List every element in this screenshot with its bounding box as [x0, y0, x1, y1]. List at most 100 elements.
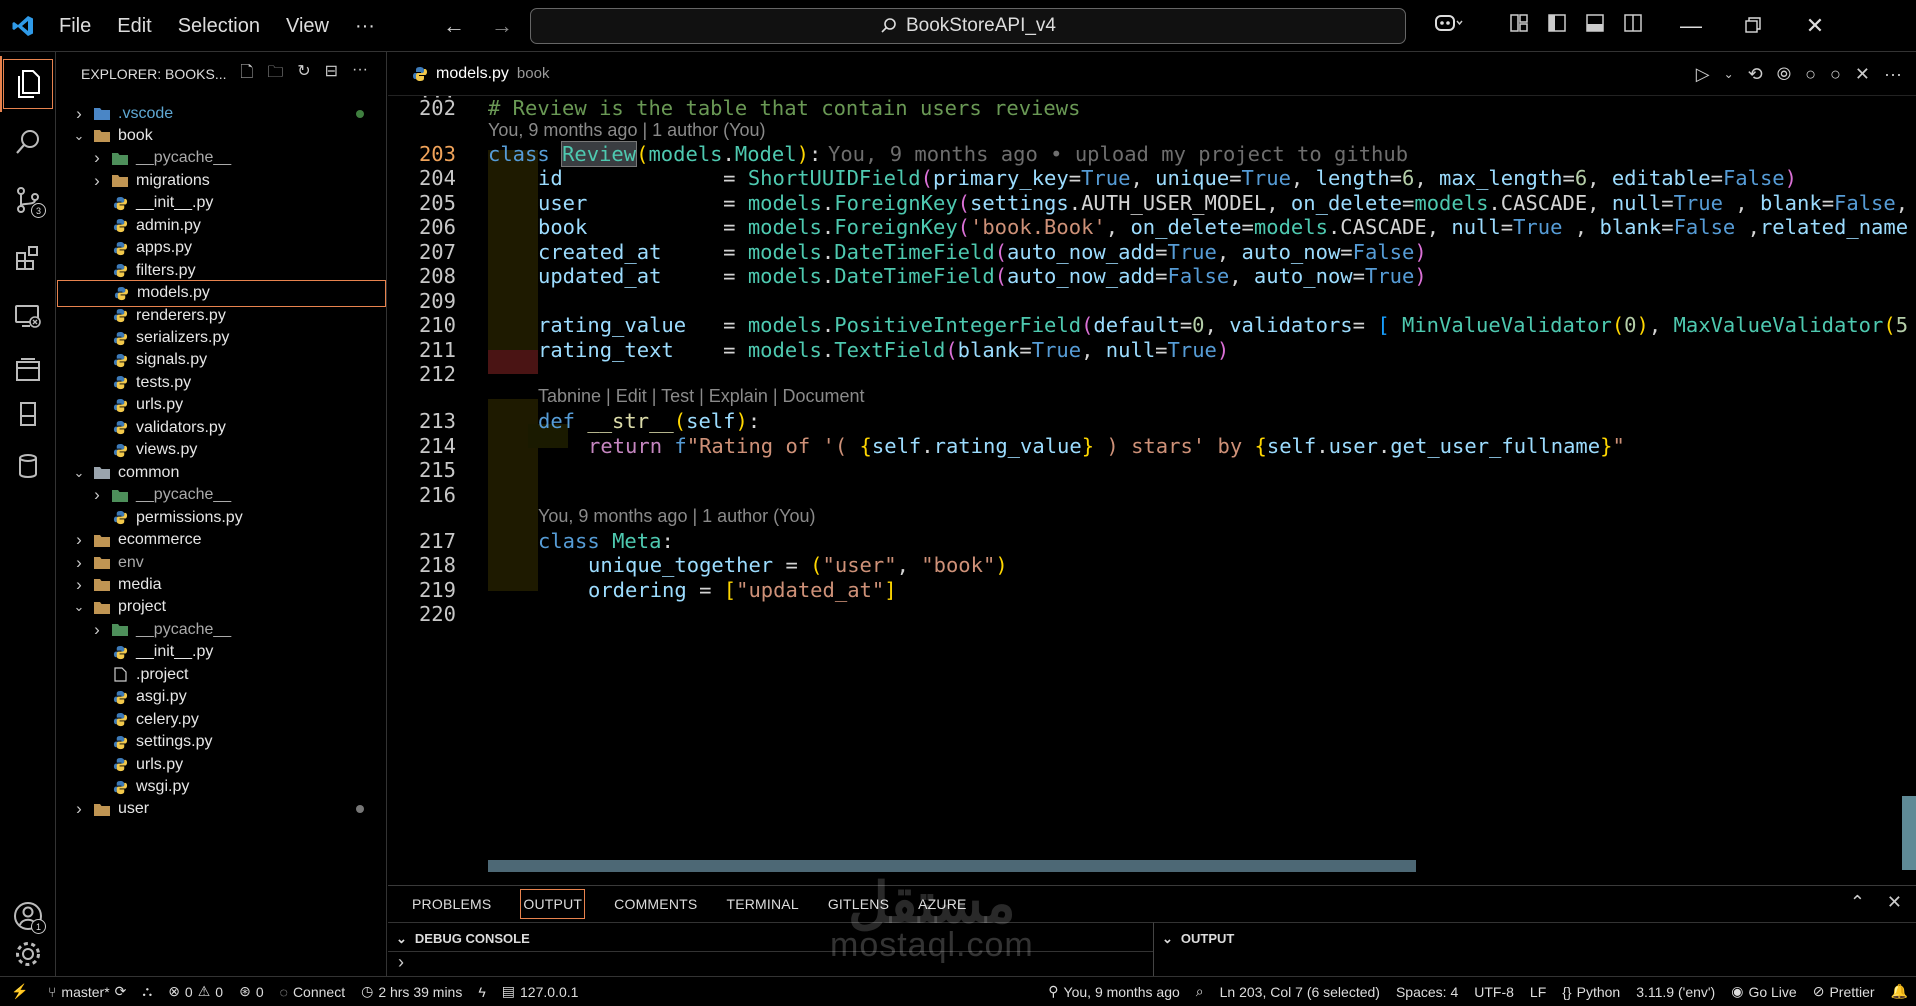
- extensions-icon[interactable]: [0, 230, 56, 286]
- connect-status[interactable]: ◌ Connect: [272, 977, 353, 1006]
- chevron-right-icon: ›: [76, 103, 82, 123]
- ports-status[interactable]: ⊛ 0: [231, 977, 272, 1006]
- tree-item-label: media: [118, 575, 162, 593]
- database-icon[interactable]: [0, 438, 56, 494]
- close-panel-icon[interactable]: ✕: [1887, 892, 1902, 913]
- menu-edit[interactable]: Edit: [104, 0, 164, 52]
- folder-icon: [111, 487, 129, 503]
- python-file-icon: [111, 195, 129, 211]
- tree-item-label: urls.py: [136, 755, 184, 773]
- minimize-button[interactable]: —: [1660, 13, 1722, 39]
- eol-status[interactable]: LF: [1522, 977, 1554, 1006]
- collapse-all-icon[interactable]: ⊟: [325, 61, 338, 88]
- toggle-primary-sidebar-icon[interactable]: [1538, 14, 1576, 38]
- vertical-scrollbar[interactable]: [1902, 796, 1916, 870]
- panel-tab-terminal[interactable]: TERMINAL: [726, 896, 798, 912]
- source-control-icon[interactable]: 3: [0, 172, 56, 228]
- new-file-icon[interactable]: 🗋: [240, 61, 253, 88]
- compare-changes-icon[interactable]: ⦾: [1777, 64, 1791, 85]
- blame-status[interactable]: ⚲ You, 9 months ago: [1040, 977, 1188, 1006]
- previous-change-icon[interactable]: ○: [1805, 64, 1816, 85]
- file-tree: › .vscode ⌄ book › __pycache__ › migrations __in…: [57, 96, 386, 976]
- tree-item-label: __pycache__: [136, 486, 232, 504]
- restore-button[interactable]: [1722, 13, 1784, 39]
- close-window-button[interactable]: ✕: [1784, 13, 1846, 39]
- python-file-icon: [111, 779, 129, 795]
- tree-item-label: user: [118, 800, 150, 818]
- codelens-blame[interactable]: You, 9 months ago | 1 author (You): [488, 120, 766, 141]
- close-editor-icon[interactable]: ✕: [1855, 64, 1870, 85]
- encoding-status[interactable]: UTF-8: [1466, 977, 1522, 1006]
- notifications-bell-icon[interactable]: 🔔: [1883, 977, 1916, 1006]
- run-icon[interactable]: ▷: [1696, 64, 1710, 85]
- chevron-down-icon[interactable]: ⌄: [1162, 931, 1173, 947]
- toggle-panel-icon[interactable]: [1576, 14, 1614, 38]
- settings-gear-icon[interactable]: [0, 926, 56, 982]
- remote-indicator-icon[interactable]: ⚡: [0, 977, 40, 1006]
- forward-arrow-icon[interactable]: →: [488, 13, 516, 39]
- back-arrow-icon[interactable]: ←: [440, 13, 468, 39]
- zoom-icon[interactable]: ⌕: [1188, 977, 1212, 1006]
- timeline-icon[interactable]: ⟲: [1748, 64, 1763, 85]
- refresh-icon[interactable]: ↻: [297, 61, 310, 88]
- codelens-blame[interactable]: You, 9 months ago | 1 author (You): [538, 506, 816, 527]
- code-line-214: return f"Rating of '( {self.rating_value…: [588, 434, 1625, 458]
- language-status[interactable]: {} Python: [1554, 977, 1628, 1006]
- python-file-icon: [111, 712, 129, 728]
- tree-item-label: .project: [136, 665, 189, 683]
- interpreter-status[interactable]: 3.11.9 ('env'): [1628, 977, 1723, 1006]
- problems-status[interactable]: ⊗ 0 ⚠ 0: [160, 977, 231, 1006]
- explorer-icon[interactable]: [0, 56, 56, 112]
- menu-file[interactable]: File: [46, 0, 104, 52]
- copilot-icon[interactable]: [1420, 12, 1476, 40]
- modified-dot: [356, 805, 364, 814]
- line-number: 215: [418, 458, 456, 482]
- folder-item[interactable]: › user: [57, 796, 386, 823]
- golive-status[interactable]: ◉ Go Live: [1723, 977, 1804, 1006]
- panel-tab-problems[interactable]: PROBLEMS: [412, 896, 491, 912]
- remote-explorer-icon[interactable]: [0, 288, 56, 344]
- server-status[interactable]: ▤ 127.0.0.1: [494, 977, 587, 1006]
- chevron-right-icon: ›: [76, 552, 82, 572]
- horizontal-scrollbar[interactable]: [488, 860, 1416, 872]
- editor-more-icon[interactable]: ···: [1884, 64, 1902, 85]
- time-tracker-status[interactable]: ◷ 2 hrs 39 mins: [353, 977, 470, 1006]
- menu-view[interactable]: View: [273, 0, 342, 52]
- indent-error-marker: [488, 350, 538, 374]
- testing-icon[interactable]: [0, 386, 56, 442]
- maximize-panel-icon[interactable]: ⌃: [1850, 892, 1865, 913]
- lightning-icon[interactable]: ϟ: [470, 977, 493, 1006]
- tab-models-py[interactable]: models.py book: [388, 52, 549, 96]
- line-number: 204: [418, 166, 456, 190]
- run-dropdown-icon[interactable]: ⌄: [1724, 67, 1734, 81]
- panel-tab-azure[interactable]: AZURE: [918, 896, 966, 912]
- python-file-icon: [111, 240, 129, 256]
- menu-more[interactable]: ···: [342, 0, 388, 52]
- code-editor[interactable]: ··· 202 203 204 205 206 207 208 209 210 …: [388, 96, 1916, 885]
- tree-item-label: signals.py: [136, 351, 208, 369]
- command-center-search[interactable]: BookStoreAPI_v4: [530, 8, 1406, 44]
- codelens-tabnine[interactable]: Tabnine | Edit | Test | Explain | Docume…: [538, 386, 865, 407]
- prettier-status[interactable]: ⊘ Prettier: [1805, 977, 1883, 1006]
- double-check-icon: ⊘: [1812, 983, 1825, 999]
- git-graph-icon[interactable]: ⛬: [134, 977, 160, 1006]
- more-actions-icon[interactable]: ···: [352, 61, 368, 88]
- customize-layout-icon[interactable]: [1500, 14, 1538, 38]
- branch-status[interactable]: ⑂ master* ⟳: [40, 977, 134, 1006]
- sync-icon: ⟳: [114, 983, 127, 999]
- indentation-status[interactable]: Spaces: 4: [1388, 977, 1466, 1006]
- chevron-right-icon: ›: [76, 799, 82, 819]
- panel-tab-output[interactable]: OUTPUT: [520, 889, 586, 919]
- chevron-down-icon[interactable]: ⌄: [396, 931, 407, 947]
- new-folder-icon[interactable]: 🗀: [267, 61, 283, 88]
- python-file-icon: [111, 442, 129, 458]
- menu-selection[interactable]: Selection: [165, 0, 273, 52]
- next-change-icon[interactable]: ○: [1830, 64, 1841, 85]
- output-pane: ⌄ OUTPUT: [1153, 922, 1916, 977]
- panel-tab-comments[interactable]: COMMENTS: [614, 896, 697, 912]
- cursor-position[interactable]: Ln 203, Col 7 (6 selected): [1212, 977, 1388, 1006]
- toggle-secondary-sidebar-icon[interactable]: [1614, 14, 1652, 38]
- search-icon[interactable]: [0, 114, 56, 170]
- panel-tab-gitlens[interactable]: GITLENS: [828, 896, 889, 912]
- debug-console-input[interactable]: ›: [388, 951, 1153, 978]
